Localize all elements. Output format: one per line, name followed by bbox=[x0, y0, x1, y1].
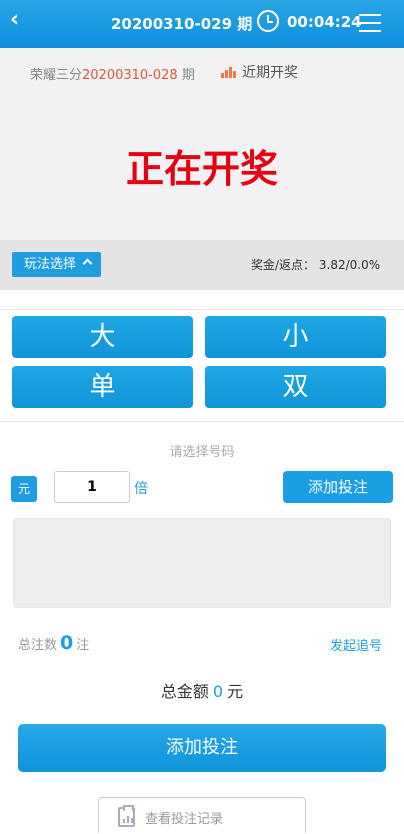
issue-suffix: 期 bbox=[177, 68, 195, 83]
add-bet-button[interactable]: 添加投注 bbox=[18, 724, 386, 772]
previous-issue-number: 20200310-028 bbox=[82, 68, 178, 83]
bonus-rebate: 奖金/返点： 3.82/0.0% bbox=[251, 256, 380, 273]
total-amount-value: 0 bbox=[212, 682, 224, 701]
total-amount: 总金额 0 元 bbox=[0, 678, 404, 702]
draw-info-panel: 荣耀三分20200310-028 期 近期开奖 正在开奖 bbox=[0, 48, 404, 240]
option-odd[interactable]: 单 bbox=[12, 366, 193, 408]
play-select-button[interactable]: 玩法选择 bbox=[12, 252, 101, 277]
recent-draws-label: 近期开奖 bbox=[242, 65, 298, 81]
unit-toggle[interactable]: 元 bbox=[11, 476, 37, 502]
play-bar: 玩法选择 奖金/返点： 3.82/0.0% bbox=[0, 240, 404, 290]
clipboard-chart-icon bbox=[118, 805, 135, 827]
total-bets-count: 0 bbox=[60, 632, 74, 654]
option-even[interactable]: 双 bbox=[205, 366, 386, 408]
view-records-label: 查看投注记录 bbox=[145, 812, 224, 827]
total-bets: 总注数 0 注 bbox=[18, 632, 89, 654]
chevron-left-icon[interactable]: ‹ bbox=[10, 8, 30, 32]
option-small[interactable]: 小 bbox=[205, 316, 386, 358]
recent-draws-link[interactable]: 近期开奖 bbox=[221, 62, 298, 82]
total-bets-unit: 注 bbox=[76, 638, 90, 653]
bonus-label: 奖金/返点： bbox=[251, 258, 316, 272]
select-number-hint: 请选择号码 bbox=[169, 445, 235, 460]
divider bbox=[0, 309, 404, 310]
bet-list-area[interactable] bbox=[13, 518, 391, 608]
multiplier-unit: 倍 bbox=[134, 481, 148, 497]
total-bets-label: 总注数 bbox=[18, 638, 58, 653]
game-name: 荣耀三分 bbox=[30, 68, 83, 83]
draw-status: 正在开奖 bbox=[125, 147, 278, 191]
countdown-timer: 00:04:24 bbox=[287, 13, 362, 31]
previous-issue: 荣耀三分20200310-028 期 bbox=[30, 64, 195, 83]
top-bar: ‹ 20200310-029 期 00:04:24 bbox=[0, 0, 404, 48]
chase-link[interactable]: 发起追号 bbox=[330, 635, 382, 654]
view-records-button[interactable]: 查看投注记录 bbox=[98, 797, 306, 833]
total-amount-unit: 元 bbox=[227, 682, 244, 701]
play-select-label: 玩法选择 bbox=[24, 257, 77, 272]
total-amount-label: 总金额 bbox=[160, 682, 209, 701]
bonus-value: 3.82/0.0% bbox=[318, 258, 381, 272]
multiplier-input[interactable] bbox=[54, 471, 130, 503]
current-issue: 20200310-029 期 bbox=[111, 15, 253, 33]
divider bbox=[0, 421, 404, 422]
chevron-up-icon bbox=[82, 258, 93, 269]
bar-chart-icon bbox=[221, 66, 237, 78]
option-big[interactable]: 大 bbox=[12, 316, 193, 358]
clock-icon bbox=[257, 10, 279, 32]
add-bet-button-small[interactable]: 添加投注 bbox=[283, 471, 393, 503]
hamburger-menu-icon[interactable] bbox=[359, 14, 381, 32]
